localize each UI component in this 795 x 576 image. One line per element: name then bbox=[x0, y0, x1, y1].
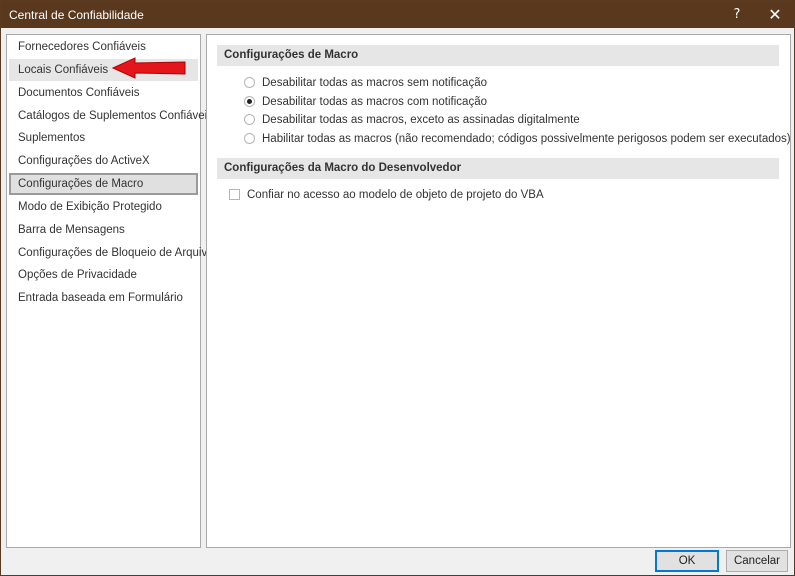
sidebar-item-modo-exibicao-protegido[interactable]: Modo de Exibição Protegido bbox=[9, 196, 198, 218]
radio-button[interactable] bbox=[244, 114, 255, 125]
radio-button[interactable] bbox=[244, 133, 255, 144]
sidebar-item-suplementos[interactable]: Suplementos bbox=[9, 127, 198, 149]
radio-label: Desabilitar todas as macros, exceto as a… bbox=[262, 114, 580, 126]
radio-label: Desabilitar todas as macros sem notifica… bbox=[262, 77, 487, 89]
radio-button-selected[interactable] bbox=[244, 96, 255, 107]
sidebar-item-activex[interactable]: Configurações do ActiveX bbox=[9, 150, 198, 172]
developer-settings-header: Configurações da Macro do Desenvolvedor bbox=[217, 158, 779, 179]
sidebar-item-opcoes-privacidade[interactable]: Opções de Privacidade bbox=[9, 264, 198, 286]
radio-button[interactable] bbox=[244, 77, 255, 88]
macro-settings-header: Configurações de Macro bbox=[217, 45, 779, 66]
vba-access-label: Confiar no acesso ao modelo de objeto de… bbox=[247, 189, 544, 201]
trust-center-dialog: Central de Confiabilidade ? ✕ Fornecedor… bbox=[0, 0, 795, 576]
red-arrow-icon bbox=[111, 57, 186, 79]
sidebar-item-configuracoes-macro[interactable]: Configurações de Macro bbox=[9, 173, 198, 195]
main-panel: Configurações de Macro Desabilitar todas… bbox=[206, 34, 791, 548]
radio-label: Habilitar todas as macros (não recomenda… bbox=[262, 133, 791, 145]
sidebar-item-fornecedores-confiaveis[interactable]: Fornecedores Confiáveis bbox=[9, 36, 198, 58]
radio-label: Desabilitar todas as macros com notifica… bbox=[262, 96, 487, 108]
close-button[interactable]: ✕ bbox=[757, 1, 793, 28]
sidebar-item-catalogos-suplementos[interactable]: Catálogos de Suplementos Confiáveis bbox=[9, 105, 213, 127]
sidebar-item-bloqueio-arquivo[interactable]: Configurações de Bloqueio de Arquivo bbox=[9, 242, 214, 264]
sidebar-item-entrada-formulario[interactable]: Entrada baseada em Formulário bbox=[9, 287, 198, 309]
ok-button[interactable]: OK bbox=[655, 550, 719, 572]
window-title: Central de Confiabilidade bbox=[9, 8, 144, 22]
cancel-button[interactable]: Cancelar bbox=[726, 550, 788, 572]
title-bar: Central de Confiabilidade ? ✕ bbox=[1, 1, 794, 28]
help-button[interactable]: ? bbox=[719, 1, 755, 28]
sidebar-item-documentos-confiaveis[interactable]: Documentos Confiáveis bbox=[9, 82, 198, 104]
sidebar-item-barra-mensagens[interactable]: Barra de Mensagens bbox=[9, 219, 198, 241]
vba-access-checkbox[interactable] bbox=[229, 189, 240, 200]
sidebar: Fornecedores Confiáveis Locais Confiávei… bbox=[6, 34, 214, 548]
